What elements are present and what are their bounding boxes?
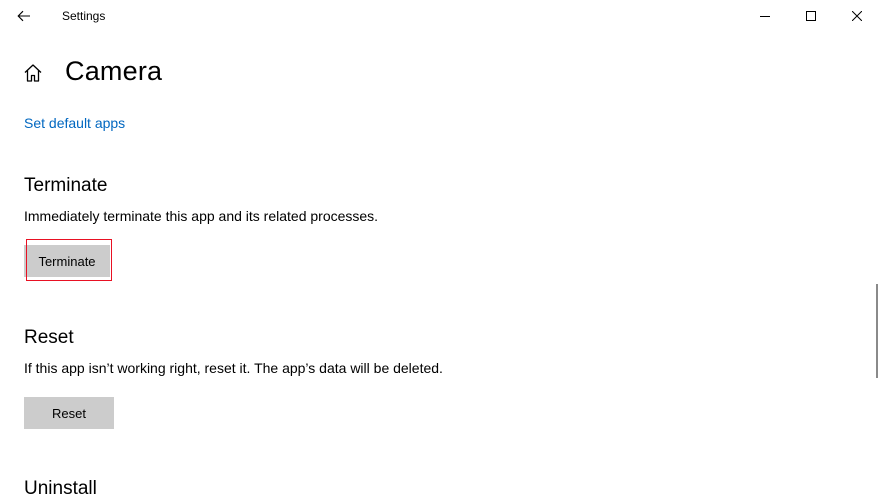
maximize-button[interactable] [788,0,834,32]
set-default-apps-link[interactable]: Set default apps [24,115,125,131]
back-arrow-icon [17,10,30,22]
home-icon[interactable] [22,62,44,84]
reset-heading: Reset [24,327,74,348]
uninstall-heading: Uninstall [24,478,97,494]
page-header: Camera [0,50,880,98]
maximize-icon [806,11,816,21]
close-button[interactable] [834,0,880,32]
window-title: Settings [62,9,106,23]
scrollbar-thumb[interactable] [876,284,878,378]
back-button[interactable] [8,0,40,32]
reset-description: If this app isn’t working right, reset i… [24,360,443,376]
title-bar: Settings [0,0,880,32]
terminate-heading: Terminate [24,175,108,196]
page-title: Camera [65,56,163,86]
close-icon [852,11,862,21]
settings-window: Settings Camera Set default apps Termina… [0,0,880,494]
minimize-icon [760,16,770,17]
minimize-button[interactable] [742,0,788,32]
reset-button[interactable]: Reset [24,397,114,429]
terminate-description: Immediately terminate this app and its r… [24,208,379,224]
terminate-button[interactable]: Terminate [24,245,110,277]
